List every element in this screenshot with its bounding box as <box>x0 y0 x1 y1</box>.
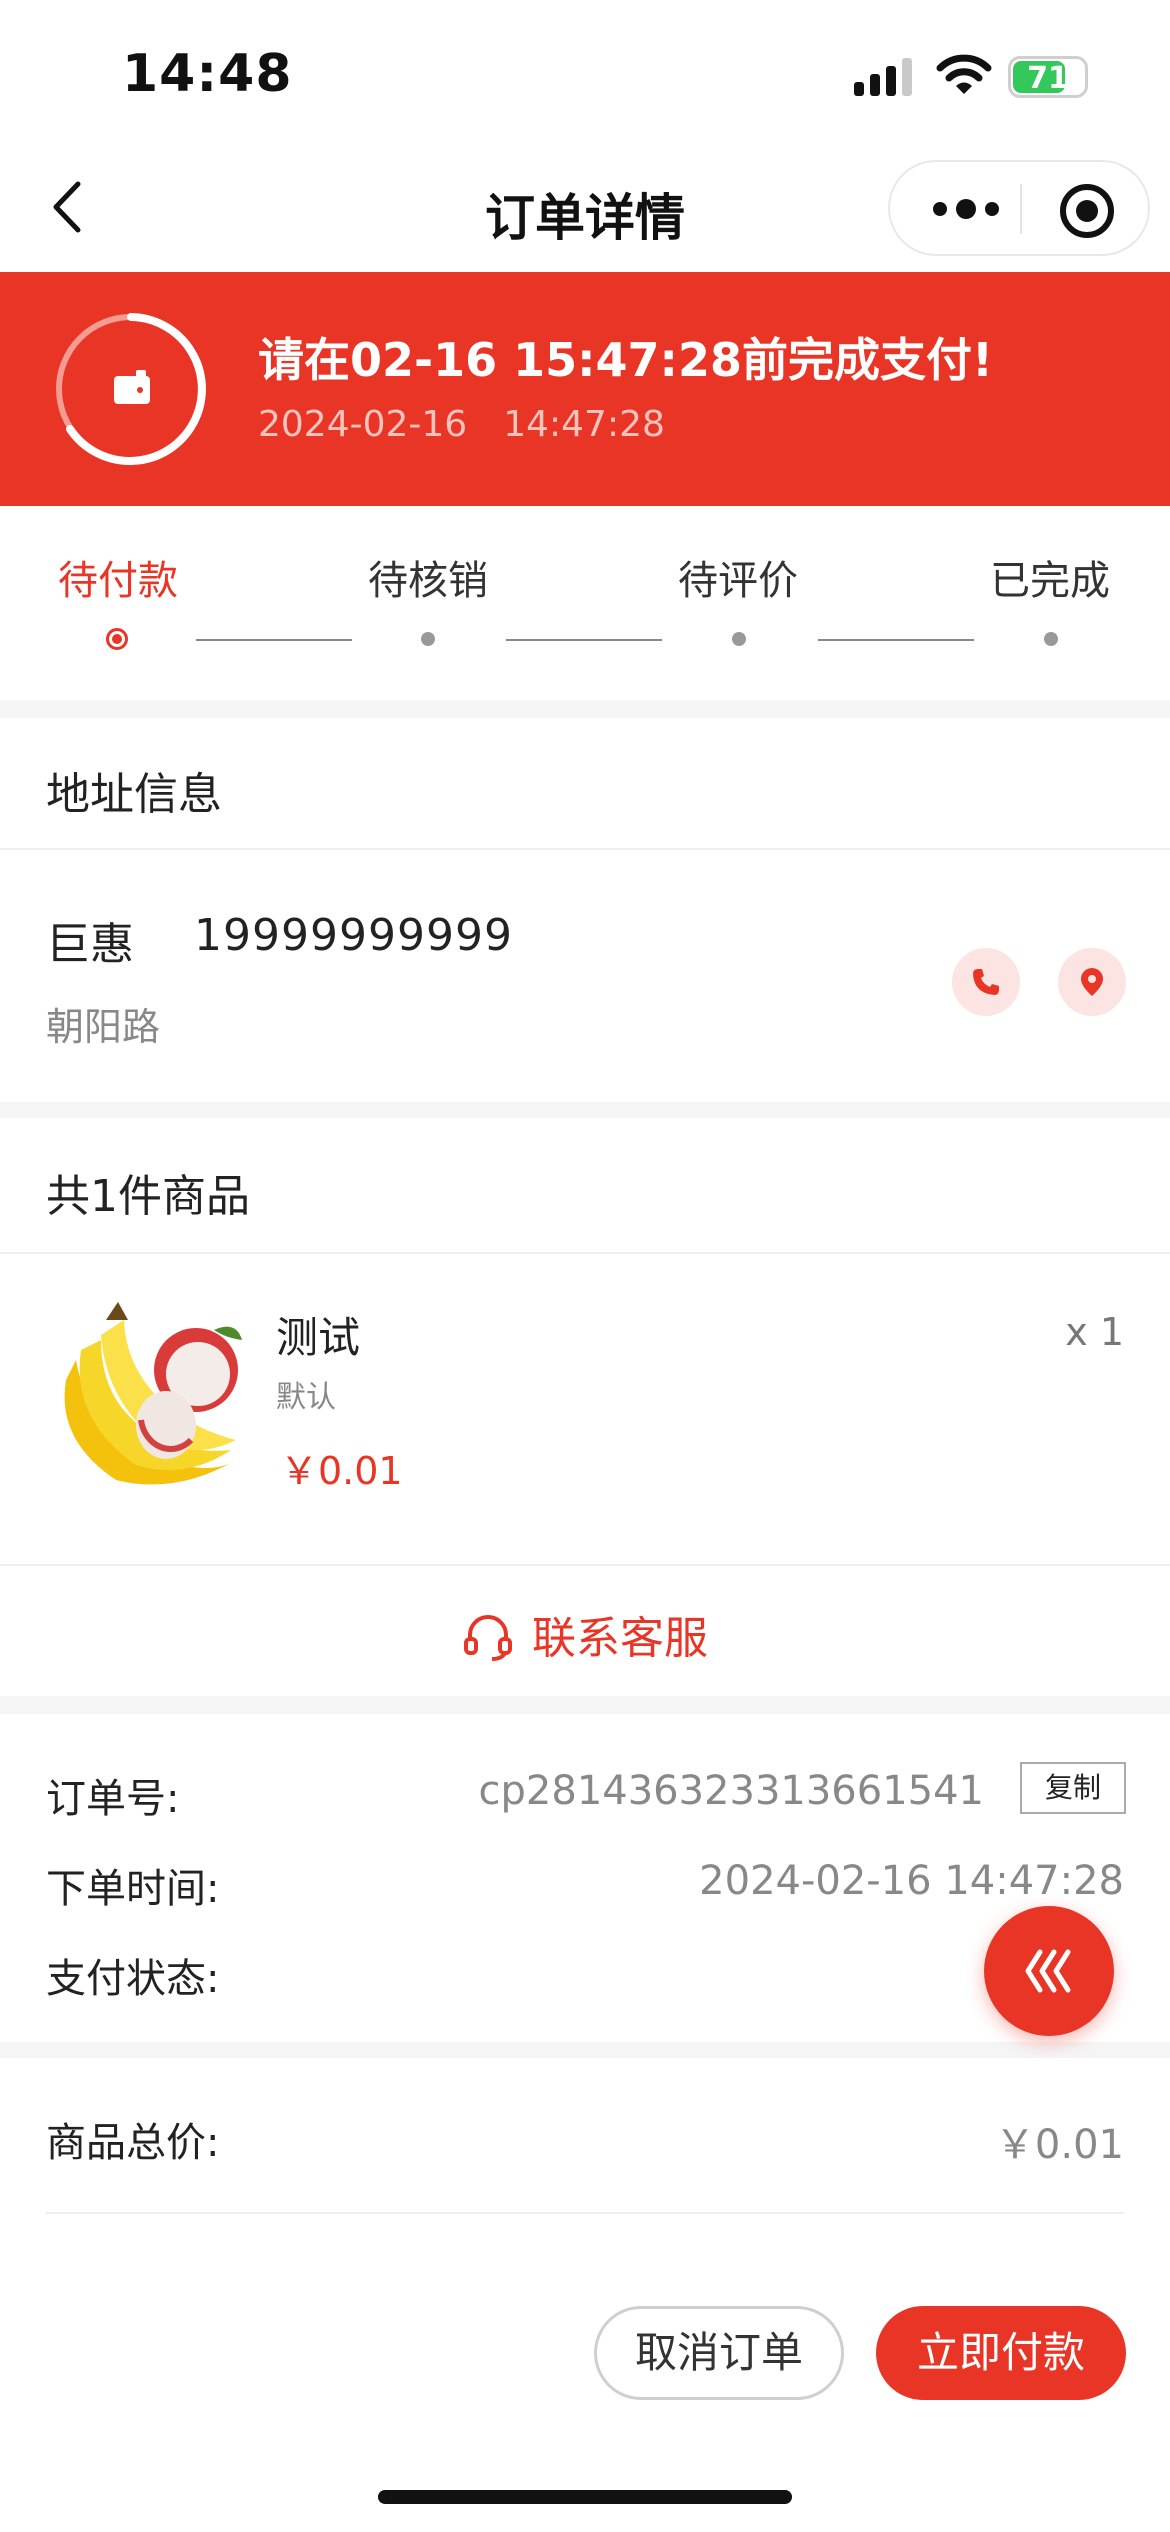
location-pin-icon <box>1081 968 1103 996</box>
more-dots-icon[interactable] <box>926 186 1006 232</box>
recipient-name: 巨惠 <box>46 919 134 970</box>
pay-now-button[interactable]: 立即付款 <box>876 2306 1126 2400</box>
step-line <box>818 639 974 641</box>
phone-icon <box>973 969 999 995</box>
battery-icon: 71 <box>1008 56 1088 98</box>
payment-status-label: 支付状态: <box>46 1956 220 2002</box>
goods-total-label: 商品总价: <box>46 2120 220 2166</box>
wallet-timer-icon <box>56 313 206 465</box>
goods-section-header: 共1件商品 <box>0 1118 1170 1254</box>
order-progress-steps: 待付款 待核销 待评价 已完成 <box>0 506 1170 700</box>
contact-service-button[interactable]: 联系客服 <box>0 1566 1170 1696</box>
product-quantity: x 1 <box>1065 1310 1124 1354</box>
triple-chevron-left-icon <box>1025 1949 1071 1993</box>
status-time: 14:48 <box>122 44 293 104</box>
order-created-clock: 14:47:28 <box>503 404 665 445</box>
goods-total-value: ￥0.01 <box>994 2122 1124 2168</box>
home-indicator <box>378 2490 792 2504</box>
call-button[interactable] <box>952 948 1020 1016</box>
divider <box>46 2212 1124 2214</box>
status-bar: 14:48 71 <box>0 0 1170 150</box>
step-dot-active <box>106 628 128 650</box>
headset-icon <box>464 1615 512 1661</box>
order-time-value: 2024-02-16 14:47:28 <box>699 1858 1124 1904</box>
step-dot <box>421 632 435 646</box>
close-miniprogram-icon[interactable] <box>1058 182 1116 240</box>
step-completed: 已完成 <box>990 558 1110 604</box>
cancel-order-button[interactable]: 取消订单 <box>594 2306 844 2400</box>
step-dot <box>732 632 746 646</box>
contact-service-label: 联系客服 <box>532 1613 708 1664</box>
product-image <box>64 1302 242 1485</box>
step-pending-review: 待评价 <box>678 558 798 604</box>
capsule-divider <box>1020 184 1022 234</box>
contact-service-row: 联系客服 <box>0 1602 1170 1666</box>
order-number-value: cp281436323313661541 <box>478 1768 984 1814</box>
floating-collapse-button[interactable] <box>984 1906 1114 2036</box>
step-line <box>196 639 352 641</box>
step-dot <box>1044 632 1058 646</box>
product-price: ￥0.01 <box>280 1449 403 1493</box>
product-name: 测试 <box>276 1313 361 1362</box>
step-pending-verification: 待核销 <box>368 558 488 604</box>
nav-bar: 订单详情 <box>0 150 1170 272</box>
step-pending-payment: 待付款 <box>58 558 178 604</box>
address-section-header: 地址信息 <box>0 718 1170 850</box>
order-created-date: 2024-02-16 <box>258 404 468 445</box>
address-section-title: 地址信息 <box>46 769 222 820</box>
order-number-label: 订单号: <box>46 1776 180 1822</box>
cellular-signal-icon <box>854 58 912 96</box>
payment-deadline-banner: 请在02-16 15:47:28前完成支付! 2024-02-16 14:47:2… <box>0 272 1170 506</box>
price-summary: 商品总价: ￥0.01 <box>0 2058 1170 2278</box>
goods-count-title: 共1件商品 <box>46 1171 250 1222</box>
step-line <box>506 639 662 641</box>
order-time-label: 下单时间: <box>46 1866 220 1912</box>
copy-button[interactable]: 复制 <box>1020 1762 1126 1814</box>
miniprogram-capsule <box>888 160 1150 256</box>
location-button[interactable] <box>1058 948 1126 1016</box>
recipient-phone: 19999999999 <box>194 910 513 961</box>
battery-level: 71 <box>1027 61 1069 96</box>
recipient-address: 朝阳路 <box>46 1005 161 1049</box>
product-spec: 默认 <box>276 1380 336 1415</box>
order-detail-page: 14:48 71 订单详情 请在02-16 15:47:28前完成支付! 202… <box>0 0 1170 2532</box>
order-created-time: 2024-02-16 14:47:28 <box>258 404 701 445</box>
wifi-icon <box>936 54 992 94</box>
address-card: 巨惠 19999999999 朝阳路 <box>0 850 1170 1102</box>
payment-deadline-message: 请在02-16 15:47:28前完成支付! <box>258 333 993 387</box>
goods-item[interactable]: 测试 默认 ￥0.01 x 1 <box>0 1254 1170 1566</box>
